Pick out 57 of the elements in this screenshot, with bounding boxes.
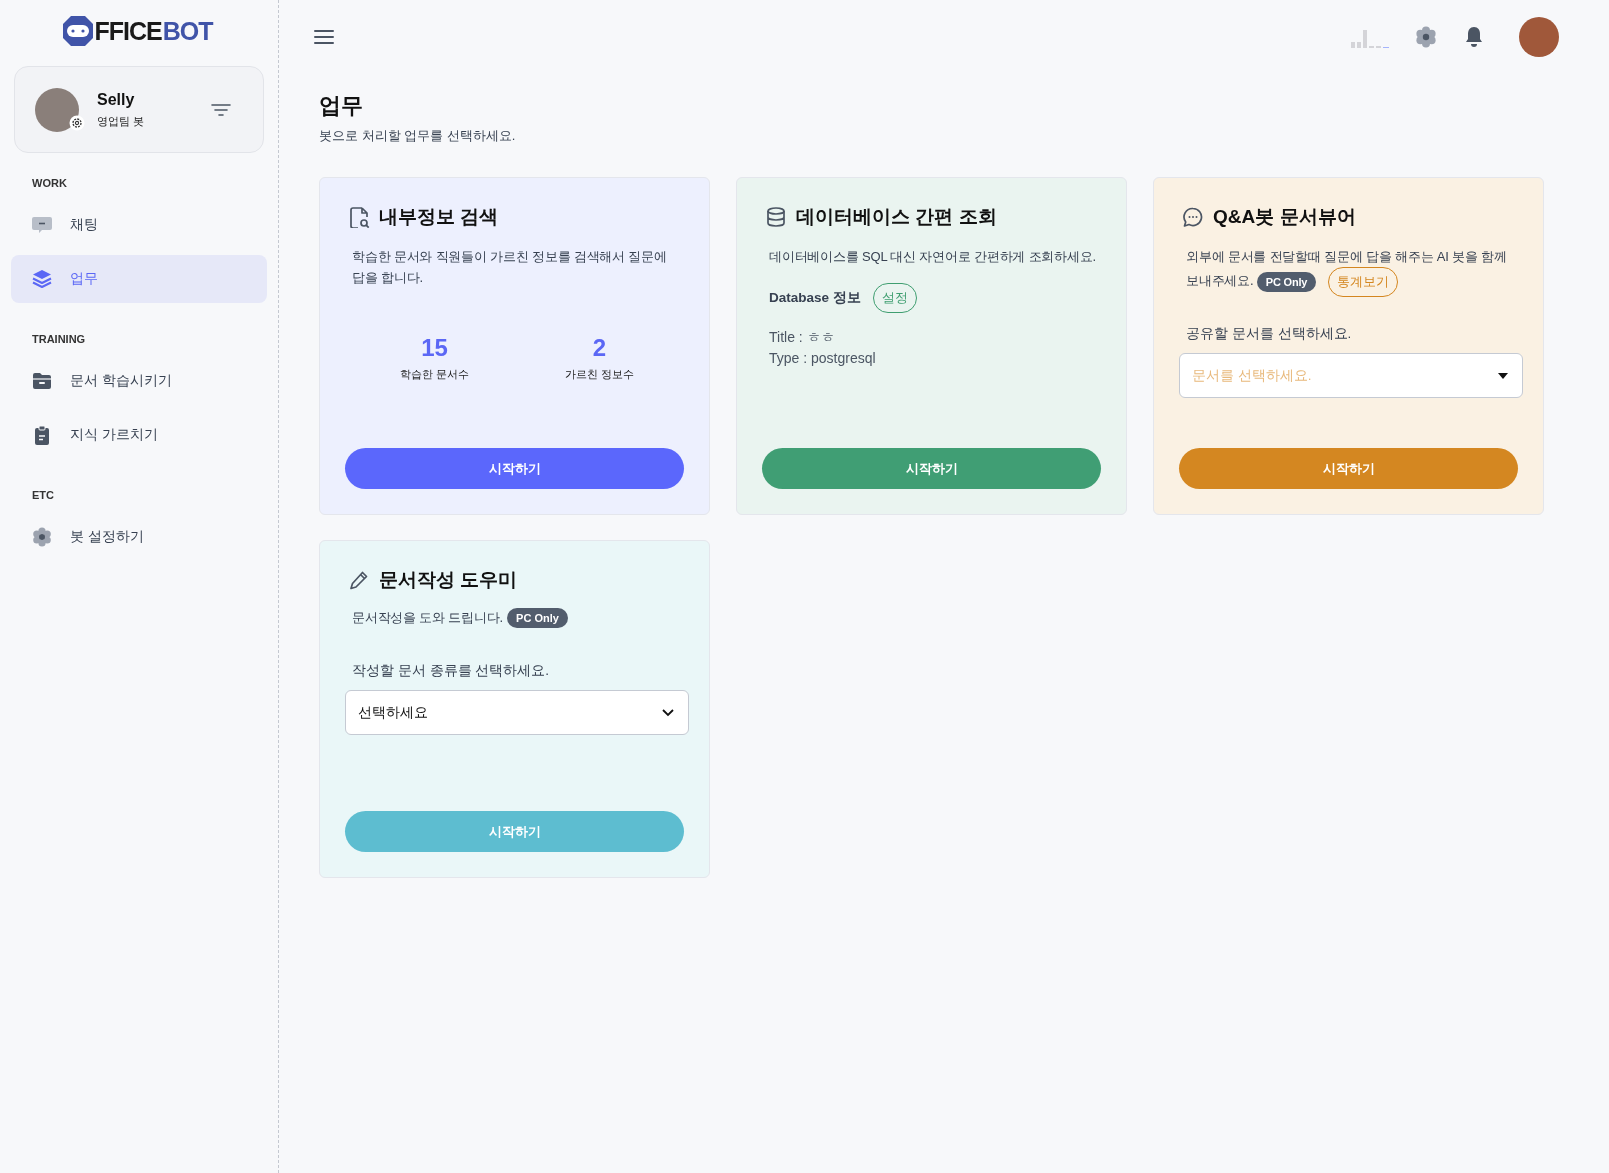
chevron-down-icon (662, 708, 674, 717)
card-title: 문서작성 도우미 (379, 568, 518, 592)
card-title: Q&A봇 문서뷰어 (1213, 205, 1356, 229)
card-description: 데이터베이스를 SQL 대신 자연어로 간편하게 조회하세요. (769, 248, 1097, 266)
filter-icon[interactable] (211, 102, 231, 117)
page-title: 업무 (319, 92, 364, 120)
nav-item[interactable]: 업무 (11, 255, 267, 303)
layers-icon (31, 268, 53, 290)
nav-item[interactable]: 문서 학습시키기 (11, 357, 267, 405)
database-icon (765, 206, 787, 228)
pc-only-badge: PC Only (507, 607, 568, 628)
section-label: ETC (32, 489, 55, 501)
field-label: 작성할 문서 종류를 선택하세요. (352, 662, 550, 680)
dropdown-field[interactable]: 선택하세요 (345, 690, 689, 735)
stat-value: 2 (591, 334, 608, 362)
section-label: TRAINING (32, 333, 87, 345)
bot-avatar (35, 87, 79, 132)
info-label: Database 정보 (769, 289, 861, 307)
start-button[interactable]: 시작하기 (345, 448, 684, 489)
settings-icon[interactable] (1415, 26, 1437, 48)
chat-bubble-icon (31, 214, 53, 236)
robot-logo-icon (61, 15, 94, 47)
card-description: 외부에 문서를 전달할때 질문에 답을 해주는 AI 봇을 함께 보내주세요. PC Only 통계보기 (1186, 246, 1516, 297)
pc-only-badge: PC Only (1256, 272, 1317, 292)
page-subtitle: 봇으로 처리할 업무를 선택하세요. (319, 127, 517, 145)
card-description: 문서작성을 도와 드립니다. (352, 609, 504, 627)
start-button[interactable]: 시작하기 (762, 448, 1101, 489)
user-avatar[interactable] (1519, 17, 1559, 57)
stat-value: 15 (420, 334, 449, 362)
settings-icon[interactable] (69, 115, 85, 131)
card-title: 내부정보 검색 (379, 205, 499, 229)
info-text: Title : ㅎㅎ (769, 328, 836, 347)
gear-icon (31, 526, 53, 548)
pencil-icon (348, 569, 370, 591)
section-label: WORK (32, 177, 68, 189)
logo-text: FFICE (94, 16, 162, 46)
logo-text: BOT (162, 16, 213, 46)
info-text: Type : postgresql (769, 349, 877, 368)
card-title: 데이터베이스 간편 조회 (796, 205, 997, 229)
start-button[interactable]: 시작하기 (345, 811, 684, 852)
nav-item[interactable]: 지식 가르치기 (11, 411, 267, 459)
document-search-icon (348, 206, 370, 228)
folder-icon (31, 370, 53, 392)
caret-down-icon (1498, 372, 1508, 379)
stat-label: 학습한 문서수 (398, 367, 471, 382)
field-label: 공유할 문서를 선택하세요. (1186, 325, 1353, 343)
profile-name: Selly (97, 90, 136, 109)
menu-icon[interactable] (314, 29, 334, 45)
bar-chart-icon (1351, 28, 1391, 48)
stat-label: 가르친 정보수 (563, 367, 636, 382)
nav-item[interactable]: 봇 설정하기 (11, 513, 267, 561)
chat-bubble-icon (1182, 206, 1204, 228)
profile-role: 영업팀 봇 (97, 113, 146, 129)
bell-icon[interactable] (1465, 26, 1483, 48)
start-button[interactable]: 시작하기 (1179, 448, 1518, 489)
nav-item[interactable]: 채팅 (11, 201, 267, 249)
card-description: 학습한 문서와 직원들이 가르친 정보를 검색해서 질문에 답을 합니다. (352, 248, 668, 287)
